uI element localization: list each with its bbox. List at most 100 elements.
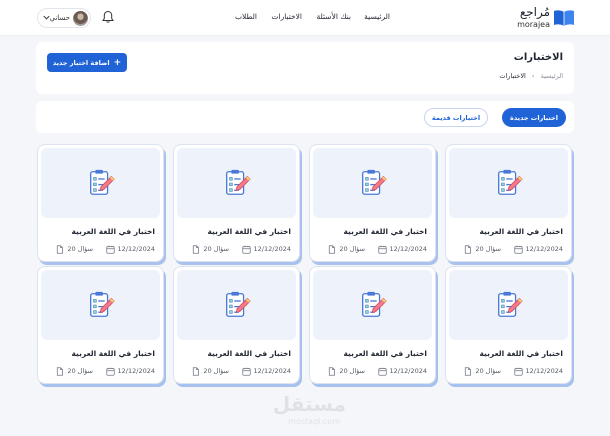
user-name: حساني (49, 14, 71, 22)
exam-card[interactable]: اختبار في اللغة العربية 12/12/2024 20 سؤ… (37, 266, 164, 384)
exam-date: 12/12/2024 (378, 366, 427, 376)
page-title: الاختبارات (513, 52, 563, 63)
exam-thumbnail (177, 270, 296, 340)
breadcrumb-separator: › (531, 72, 535, 80)
exam-date-text: 12/12/2024 (117, 245, 155, 253)
quiz-clipboard-icon (494, 168, 524, 198)
document-icon (55, 367, 64, 376)
exam-date-text: 12/12/2024 (389, 367, 427, 375)
nav-students[interactable]: الطلاب (235, 12, 257, 21)
exam-title: اختبار في اللغة العربية (207, 227, 291, 236)
document-icon (55, 245, 64, 254)
exam-date: 12/12/2024 (514, 366, 563, 376)
exam-card[interactable]: اختبار في اللغة العربية 12/12/2024 20 سؤ… (445, 144, 572, 262)
exam-title: اختبار في اللغة العربية (479, 227, 563, 236)
plus-icon: + (113, 57, 122, 68)
exam-question-count-text: 20 سؤال (475, 367, 501, 375)
book-logo-icon (554, 10, 574, 26)
brand-name-ar: مُراجع (519, 5, 550, 19)
calendar-icon (378, 245, 387, 254)
exam-date: 12/12/2024 (106, 366, 155, 376)
exam-date: 12/12/2024 (514, 244, 563, 254)
exam-title: اختبار في اللغة العربية (343, 227, 427, 236)
nav-question-bank[interactable]: بنك الأسئلة (317, 12, 351, 21)
exam-card[interactable]: اختبار في اللغة العربية 12/12/2024 20 سؤ… (37, 144, 164, 262)
exam-question-count-text: 20 سؤال (67, 245, 93, 253)
exam-date-text: 12/12/2024 (253, 367, 291, 375)
exam-thumbnail (449, 148, 568, 218)
quiz-clipboard-icon (358, 168, 388, 198)
exam-title: اختبار في اللغة العربية (207, 349, 291, 358)
exam-question-count-text: 20 سؤال (203, 367, 229, 375)
exam-date-text: 12/12/2024 (389, 245, 427, 253)
exam-title: اختبار في اللغة العربية (71, 227, 155, 236)
quiz-clipboard-icon (86, 290, 116, 320)
calendar-icon (242, 367, 251, 376)
quiz-clipboard-icon (86, 168, 116, 198)
nav-home[interactable]: الرئيسية (364, 12, 390, 21)
nav-exams[interactable]: الاختبارات (271, 12, 302, 21)
exam-title: اختبار في اللغة العربية (71, 349, 155, 358)
exam-date: 12/12/2024 (242, 244, 291, 254)
calendar-icon (514, 245, 523, 254)
document-icon (191, 367, 200, 376)
top-bar: مُراجع morajea الرئيسية بنك الأسئلة الاخ… (0, 0, 610, 36)
brand-logo[interactable]: مُراجع morajea (500, 5, 574, 31)
calendar-icon (378, 367, 387, 376)
calendar-icon (242, 245, 251, 254)
exam-card[interactable]: اختبار في اللغة العربية 12/12/2024 20 سؤ… (309, 266, 436, 384)
exam-question-count: 20 سؤال (191, 244, 229, 254)
exam-question-count-text: 20 سؤال (339, 245, 365, 253)
watermark-ar: مستقل (272, 392, 346, 416)
document-icon (463, 367, 472, 376)
exam-question-count: 20 سؤال (55, 244, 93, 254)
document-icon (463, 245, 472, 254)
exam-thumbnail (313, 148, 432, 218)
add-exam-button[interactable]: اضافة اختبار جديد + (47, 53, 127, 72)
breadcrumb-home[interactable]: الرئيسية (541, 72, 563, 80)
exam-date: 12/12/2024 (378, 244, 427, 254)
bell-icon[interactable] (101, 10, 115, 24)
exam-card[interactable]: اختبار في اللغة العربية 12/12/2024 20 سؤ… (173, 144, 300, 262)
exam-title: اختبار في اللغة العربية (343, 349, 427, 358)
document-icon (327, 245, 336, 254)
breadcrumb: الرئيسية › الاختبارات (499, 72, 563, 80)
calendar-icon (514, 367, 523, 376)
exam-date-text: 12/12/2024 (253, 245, 291, 253)
quiz-clipboard-icon (494, 290, 524, 320)
document-icon (191, 245, 200, 254)
breadcrumb-current: الاختبارات (499, 72, 526, 80)
exam-question-count: 20 سؤال (327, 244, 365, 254)
quiz-clipboard-icon (222, 168, 252, 198)
exam-question-count: 20 سؤال (327, 366, 365, 376)
exam-card[interactable]: اختبار في اللغة العربية 12/12/2024 20 سؤ… (173, 266, 300, 384)
exam-date-text: 12/12/2024 (525, 367, 563, 375)
tab-old-exams[interactable]: اختبارات قديمة (424, 108, 488, 127)
exam-thumbnail (41, 270, 160, 340)
exam-question-count: 20 سؤال (463, 366, 501, 376)
exam-date: 12/12/2024 (242, 366, 291, 376)
calendar-icon (106, 367, 115, 376)
exam-thumbnail (313, 270, 432, 340)
exam-card[interactable]: اختبار في اللغة العربية 12/12/2024 20 سؤ… (445, 266, 572, 384)
exam-title: اختبار في اللغة العربية (479, 349, 563, 358)
watermark: مستقل mostaql.com (266, 392, 346, 432)
exam-question-count-text: 20 سؤال (339, 367, 365, 375)
exam-date-text: 12/12/2024 (117, 367, 155, 375)
exam-date: 12/12/2024 (106, 244, 155, 254)
quiz-clipboard-icon (222, 290, 252, 320)
document-icon (327, 367, 336, 376)
exam-date-text: 12/12/2024 (525, 245, 563, 253)
user-menu[interactable]: حساني (37, 8, 91, 28)
exam-thumbnail (177, 148, 296, 218)
exam-question-count-text: 20 سؤال (475, 245, 501, 253)
tab-new-exams[interactable]: اختبارات جديدة (502, 108, 566, 127)
exam-question-count-text: 20 سؤال (203, 245, 229, 253)
chevron-down-icon (43, 15, 50, 20)
exam-question-count: 20 سؤال (55, 366, 93, 376)
add-exam-label: اضافة اختبار جديد (52, 58, 110, 67)
exam-card[interactable]: اختبار في اللغة العربية 12/12/2024 20 سؤ… (309, 144, 436, 262)
avatar (73, 11, 88, 26)
exam-thumbnail (41, 148, 160, 218)
exam-question-count: 20 سؤال (463, 244, 501, 254)
